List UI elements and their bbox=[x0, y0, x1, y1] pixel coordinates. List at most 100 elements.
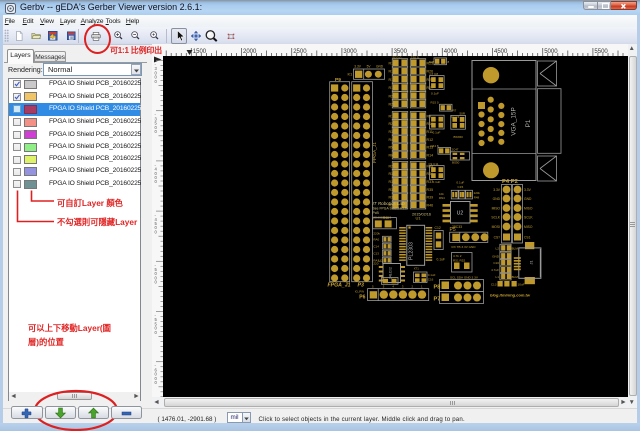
svg-text:C13: C13 bbox=[491, 283, 497, 287]
svg-text:BLM: BLM bbox=[512, 247, 519, 251]
svg-text:BS50: BS50 bbox=[452, 160, 460, 164]
svg-text:SCLK: SCLK bbox=[491, 216, 500, 220]
svg-text:R30: R30 bbox=[389, 172, 396, 176]
svg-text:L2: L2 bbox=[496, 246, 500, 250]
svg-text:3000: 3000 bbox=[343, 49, 357, 55]
svg-text:R2: R2 bbox=[389, 122, 394, 126]
svg-text:SCL SDA GND 3.3V: SCL SDA GND 3.3V bbox=[450, 276, 479, 280]
svg-text:MOSI: MOSI bbox=[492, 225, 501, 229]
svg-text:4500: 4500 bbox=[494, 49, 508, 55]
svg-text:J1: J1 bbox=[529, 260, 534, 265]
svg-text:R44 8: R44 8 bbox=[431, 144, 439, 148]
svg-text:R15 0: R15 0 bbox=[431, 101, 439, 105]
svg-text:RN4: RN4 bbox=[439, 196, 445, 200]
svg-text:0.1uF: 0.1uF bbox=[433, 180, 441, 184]
svg-text:R25: R25 bbox=[389, 103, 396, 107]
svg-text:R17: R17 bbox=[389, 70, 396, 74]
svg-text:R18: R18 bbox=[389, 78, 396, 82]
svg-text:FPGA_J1: FPGA_J1 bbox=[372, 142, 378, 163]
svg-text:GND: GND bbox=[492, 254, 500, 258]
svg-text:GND: GND bbox=[376, 65, 384, 69]
svg-text:C10: C10 bbox=[493, 261, 499, 265]
svg-text:XT1: XT1 bbox=[414, 267, 420, 271]
svg-text:2: 2 bbox=[411, 284, 413, 288]
svg-text:BSS50: BSS50 bbox=[454, 135, 464, 139]
svg-text:8: 8 bbox=[448, 60, 450, 64]
svg-text:50R: 50R bbox=[460, 112, 466, 116]
svg-text:PcB: PcB bbox=[373, 211, 380, 215]
svg-text:K1: K1 bbox=[348, 72, 354, 77]
svg-text:4.7uF: 4.7uF bbox=[491, 268, 499, 272]
svg-text:R28: R28 bbox=[429, 60, 435, 64]
svg-text:R4: R4 bbox=[389, 138, 394, 142]
svg-text:R7: R7 bbox=[453, 109, 457, 113]
svg-text:FPGA_J1: FPGA_J1 bbox=[328, 283, 351, 289]
svg-text:10uF: 10uF bbox=[518, 283, 525, 287]
svg-text:P9: P9 bbox=[335, 77, 341, 83]
svg-text:R48: R48 bbox=[383, 216, 389, 220]
svg-text:C12: C12 bbox=[435, 226, 441, 230]
svg-text:R14: R14 bbox=[427, 154, 434, 158]
svg-text:3500: 3500 bbox=[394, 49, 408, 55]
svg-text:R46: R46 bbox=[427, 204, 434, 208]
svg-text:U3: U3 bbox=[379, 259, 383, 263]
svg-text:0.1uF: 0.1uF bbox=[431, 91, 439, 95]
svg-text:R?? 0: R?? 0 bbox=[393, 56, 402, 60]
svg-text:RA0: RA0 bbox=[373, 238, 379, 242]
svg-text:CS?: CS? bbox=[494, 236, 501, 240]
svg-text:L1: L1 bbox=[496, 275, 500, 279]
svg-text:220k: 220k bbox=[373, 231, 380, 235]
svg-text:MISO: MISO bbox=[492, 207, 501, 211]
svg-text:P5: P5 bbox=[450, 227, 456, 233]
svg-text:MISO: MISO bbox=[524, 207, 533, 211]
svg-text:R19: R19 bbox=[389, 86, 396, 90]
svg-text:P3: P3 bbox=[358, 283, 364, 289]
svg-text:5000: 5000 bbox=[544, 49, 558, 55]
svg-text:BLM: BLM bbox=[512, 275, 519, 279]
svg-text:C9 C11: C9 C11 bbox=[429, 162, 439, 166]
svg-text:SCLK: SCLK bbox=[524, 216, 533, 220]
svg-text:CS1: CS1 bbox=[524, 236, 531, 240]
svg-text:2C47: 2C47 bbox=[452, 148, 459, 152]
svg-text:C13: C13 bbox=[373, 252, 379, 256]
svg-text:R29: R29 bbox=[389, 164, 396, 168]
svg-text:P1: P1 bbox=[525, 119, 532, 127]
svg-text:R48: R48 bbox=[474, 196, 480, 200]
svg-text:1: 1 bbox=[421, 284, 423, 288]
svg-text:R32: R32 bbox=[389, 188, 396, 192]
svg-text:5: 5 bbox=[372, 284, 374, 288]
svg-text:0.1uF: 0.1uF bbox=[428, 273, 436, 277]
svg-text:R3: R3 bbox=[389, 130, 394, 134]
svg-text:4000: 4000 bbox=[444, 49, 458, 55]
svg-text:220k: 220k bbox=[474, 191, 481, 195]
svg-text:GND: GND bbox=[524, 197, 532, 201]
svg-text:4.7k 2: 4.7k 2 bbox=[453, 254, 462, 258]
svg-text:R39: R39 bbox=[427, 196, 434, 200]
svg-text:R6: R6 bbox=[389, 154, 394, 158]
svg-text:RX TB 3.3V GND: RX TB 3.3V GND bbox=[452, 245, 477, 249]
svg-text:blog.itmining.com.tw: blog.itmining.com.tw bbox=[490, 293, 531, 298]
svg-text:220 0: 220 0 bbox=[411, 56, 419, 60]
svg-text:3: 3 bbox=[402, 284, 404, 288]
svg-text:C16: C16 bbox=[428, 278, 434, 282]
svg-text:4: 4 bbox=[392, 284, 394, 288]
svg-text:R16: R16 bbox=[389, 62, 396, 66]
svg-text:0.1uF: 0.1uF bbox=[456, 181, 464, 185]
svg-text:5500: 5500 bbox=[594, 49, 608, 55]
svg-text:1500: 1500 bbox=[193, 49, 207, 55]
svg-text:R12: R12 bbox=[427, 138, 434, 142]
svg-text:2015/02/16: 2015/02/16 bbox=[412, 213, 431, 217]
svg-text:IT Robotics Lab: IT Robotics Lab bbox=[373, 201, 406, 206]
svg-text:3.3V: 3.3V bbox=[493, 188, 501, 192]
svg-text:R20: R20 bbox=[389, 94, 396, 98]
svg-text:2500: 2500 bbox=[293, 49, 307, 55]
svg-text:VGA_15P: VGA_15P bbox=[511, 107, 518, 135]
svg-text:IO_PIN: IO_PIN bbox=[355, 290, 364, 294]
svg-text:5V: 5V bbox=[367, 65, 372, 69]
svg-text:C15: C15 bbox=[458, 185, 464, 189]
svg-text:PL2303: PL2303 bbox=[408, 242, 414, 260]
svg-text:R5: R5 bbox=[389, 146, 394, 150]
svg-text:P7: P7 bbox=[434, 297, 441, 303]
svg-text:2000: 2000 bbox=[243, 49, 257, 55]
svg-text:P4 P2: P4 P2 bbox=[502, 179, 518, 185]
